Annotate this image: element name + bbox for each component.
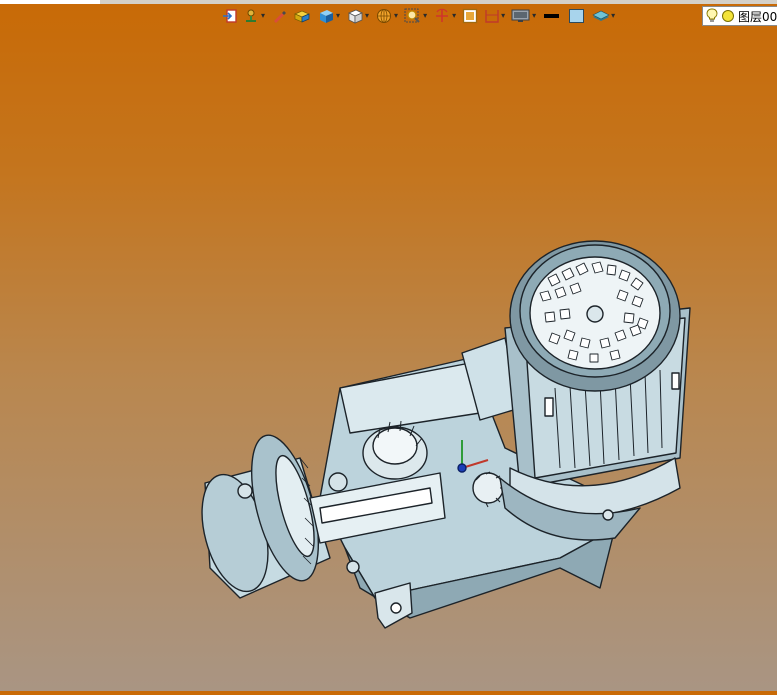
zoom-fit-icon	[404, 8, 420, 23]
chevron-down-icon[interactable]: ▾	[394, 12, 398, 20]
chevron-down-icon[interactable]: ▾	[423, 12, 427, 20]
gearmotor-model-icon[interactable]	[0, 28, 777, 691]
zoom-fit-button[interactable]: ▾	[402, 6, 429, 26]
shaded-view-button[interactable]: ▾	[315, 6, 342, 26]
display-monitor-icon	[511, 9, 530, 22]
section-button[interactable]: ▾	[482, 6, 507, 26]
wireframe-cube-icon	[348, 9, 363, 24]
chevron-down-icon[interactable]: ▾	[365, 12, 369, 20]
menu-strip	[0, 0, 100, 4]
line-color-button[interactable]	[540, 6, 564, 26]
solid-button[interactable]	[291, 6, 313, 26]
layer-stack-icon	[592, 10, 610, 21]
solid-block-icon	[294, 10, 310, 23]
layer-selector[interactable]: 图层00	[702, 6, 777, 26]
background-color-icon	[569, 9, 585, 23]
chevron-down-icon[interactable]: ▾	[611, 12, 615, 20]
shaded-cube-icon	[320, 10, 334, 23]
3d-viewport[interactable]	[0, 28, 777, 691]
wireframe-view-button[interactable]: ▾	[344, 6, 371, 26]
line-color-icon	[544, 14, 560, 18]
exit-icon	[223, 9, 237, 23]
frame-button[interactable]	[460, 6, 480, 26]
frame-icon	[462, 8, 478, 24]
chevron-down-icon[interactable]: ▾	[501, 12, 505, 20]
window-top-edge	[0, 0, 777, 4]
layer-color-dot-icon[interactable]	[721, 9, 735, 23]
chevron-down-icon[interactable]: ▾	[532, 12, 536, 20]
view-toolbar: ▾ ▾ ▾ ▾ ▾ ▾ ▾ ▾ ▾	[220, 5, 617, 27]
section-icon	[485, 10, 499, 23]
chevron-down-icon[interactable]: ▾	[261, 12, 265, 20]
chevron-down-icon[interactable]: ▾	[452, 12, 456, 20]
rotate-axis-icon	[436, 8, 449, 22]
pin-tool-icon	[246, 9, 256, 22]
pencil-icon	[274, 11, 287, 23]
lightbulb-icon[interactable]	[706, 8, 718, 24]
rotate-button[interactable]: ▾	[431, 6, 458, 26]
layer-manager-button[interactable]: ▾	[590, 6, 617, 26]
sphere-view-icon	[377, 9, 392, 23]
background-color-button[interactable]	[566, 6, 588, 26]
pin-tool-button[interactable]: ▾	[242, 6, 267, 26]
sketch-button[interactable]	[269, 6, 289, 26]
display-button[interactable]: ▾	[509, 6, 538, 26]
view-orient-button[interactable]: ▾	[373, 6, 400, 26]
exit-button[interactable]	[220, 6, 240, 26]
layer-name: 图层00	[738, 9, 777, 24]
chevron-down-icon[interactable]: ▾	[336, 12, 340, 20]
